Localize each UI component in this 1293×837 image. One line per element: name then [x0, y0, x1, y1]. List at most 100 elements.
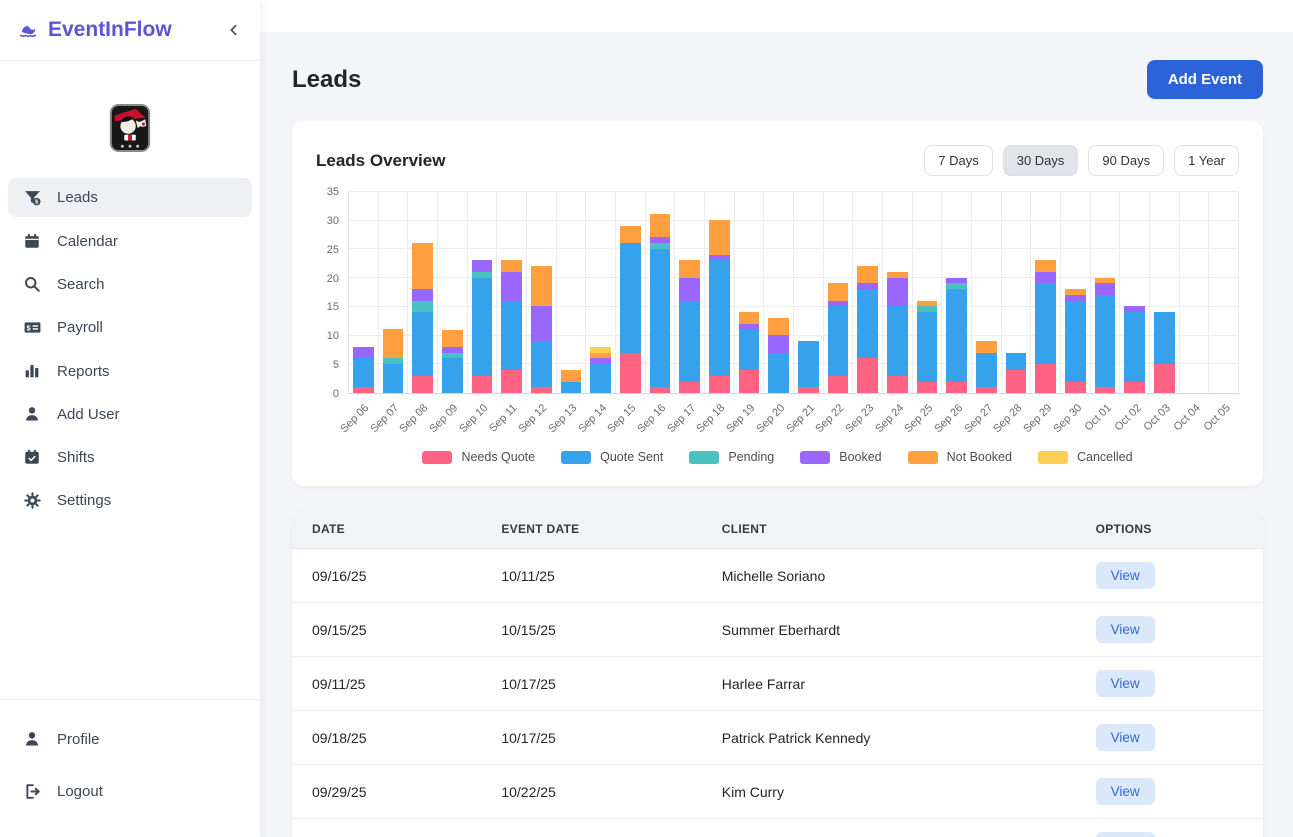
column-header-options: OPTIONS [1076, 510, 1263, 549]
bar-segment [1065, 382, 1086, 394]
cell-client: Michelle Soriano [702, 549, 1076, 603]
cell-date: 09/15/25 [292, 603, 481, 657]
bar-segment [1035, 283, 1056, 364]
bar-oct-01 [1091, 192, 1121, 393]
sidebar-item-settings[interactable]: Settings [8, 481, 252, 520]
bar-segment [857, 266, 878, 283]
bar-segment [857, 358, 878, 393]
bar-segment [739, 370, 760, 393]
bar-segment [679, 260, 700, 277]
legend-item-needs-quote[interactable]: Needs Quote [422, 450, 535, 464]
bar-segment [1095, 387, 1116, 393]
bar-segment [620, 226, 641, 243]
bar-segment [946, 289, 967, 381]
user-icon [22, 730, 42, 748]
bar-oct-02 [1120, 192, 1150, 393]
time-range-group: 7 Days 30 Days 90 Days 1 Year [924, 145, 1239, 176]
column-header-client: CLIENT [702, 510, 1076, 549]
sidebar-item-calendar[interactable]: Calendar [8, 222, 252, 260]
legend-item-booked[interactable]: Booked [800, 450, 881, 464]
bar-segment [620, 353, 641, 393]
view-button[interactable]: View [1096, 778, 1155, 805]
bar-segment [561, 382, 582, 394]
bar-segment [857, 289, 878, 358]
legend-item-pending[interactable]: Pending [689, 450, 774, 464]
y-axis-tick: 30 [327, 215, 339, 227]
bar-segment [353, 347, 374, 359]
range-button-1-year[interactable]: 1 Year [1174, 145, 1239, 176]
bar-segment [1124, 382, 1145, 394]
range-button-7-days[interactable]: 7 Days [924, 145, 992, 176]
bar-sep-12 [527, 192, 557, 393]
add-event-button[interactable]: Add Event [1147, 60, 1263, 99]
legend-swatch [800, 451, 830, 464]
bar-sep-11 [497, 192, 527, 393]
cell-date: 09/16/25 [292, 549, 481, 603]
bar-segment [531, 341, 552, 387]
range-button-90-days[interactable]: 90 Days [1088, 145, 1164, 176]
bar-segment [620, 243, 641, 353]
sidebar-item-label: Logout [57, 783, 103, 800]
cell-options: View [1076, 657, 1263, 711]
bar-segment [412, 243, 433, 289]
cell-client: Kim Curry [702, 765, 1076, 819]
sidebar-item-profile[interactable]: Profile [8, 720, 252, 758]
cell-date: 09/11/25 [292, 657, 481, 711]
bar-oct-03 [1150, 192, 1180, 393]
cell-date: 09/18/25 [292, 711, 481, 765]
legend-item-not-booked[interactable]: Not Booked [908, 450, 1012, 464]
sidebar-item-label: Leads [57, 189, 98, 206]
bar-sep-06 [349, 192, 379, 393]
bar-segment [383, 364, 404, 393]
bar-segment [917, 312, 938, 381]
sidebar-item-reports[interactable]: Reports [8, 352, 252, 390]
sidebar-item-logout[interactable]: Logout [8, 772, 252, 811]
funnel-dollar-icon: $ [22, 188, 42, 207]
cell-event-date: 10/17/25 [481, 711, 701, 765]
chart-title: Leads Overview [316, 151, 445, 171]
cell-options: View [1076, 603, 1263, 657]
bar-segment [1095, 283, 1116, 295]
legend-label: Not Booked [947, 450, 1012, 464]
legend-item-cancelled[interactable]: Cancelled [1038, 450, 1133, 464]
view-button[interactable]: View [1096, 832, 1155, 837]
y-axis-tick: 5 [333, 359, 339, 371]
bar-segment [501, 370, 522, 393]
bar-segment [946, 382, 967, 394]
view-button[interactable]: View [1096, 724, 1155, 751]
chart-header: Leads Overview 7 Days 30 Days 90 Days 1 Yea… [316, 145, 1239, 176]
sidebar-item-add-user[interactable]: Add User [8, 395, 252, 433]
bar-segment [353, 358, 374, 387]
sidebar-item-payroll[interactable]: $Payroll [8, 308, 252, 347]
bar-segment [650, 387, 671, 393]
bar-sep-07 [379, 192, 409, 393]
bar-segment [798, 341, 819, 387]
legend-item-quote-sent[interactable]: Quote Sent [561, 450, 663, 464]
bar-sep-09 [438, 192, 468, 393]
view-button[interactable]: View [1096, 616, 1155, 643]
chart-x-axis: Sep 06Sep 07Sep 08Sep 09Sep 10Sep 11Sep … [348, 394, 1239, 450]
sidebar-item-search[interactable]: Search [8, 265, 252, 303]
sidebar-item-leads[interactable]: $ Leads [8, 178, 252, 217]
bar-segment [828, 306, 849, 375]
cell-event-date [481, 819, 701, 837]
legend-label: Cancelled [1077, 450, 1133, 464]
view-button[interactable]: View [1096, 670, 1155, 697]
legend-label: Pending [728, 450, 774, 464]
sidebar-item-label: Calendar [57, 233, 118, 250]
legend-swatch [1038, 451, 1068, 464]
table-row: 09/16/2510/11/25Michelle SorianoView [292, 549, 1263, 603]
y-axis-tick: 20 [327, 273, 339, 285]
sidebar-item-label: Settings [57, 492, 111, 509]
bar-sep-23 [853, 192, 883, 393]
bar-sep-27 [972, 192, 1002, 393]
column-header-date: DATE [292, 510, 481, 549]
sidebar-item-label: Reports [57, 363, 110, 380]
sidebar: EventInFlow $LeadsCalendarSearch$Payroll… [0, 0, 260, 837]
view-button[interactable]: View [1096, 562, 1155, 589]
range-button-30-days[interactable]: 30 Days [1003, 145, 1079, 176]
bar-segment [561, 370, 582, 382]
sidebar-item-shifts[interactable]: Shifts [8, 438, 252, 476]
sidebar-collapse-button[interactable] [226, 22, 242, 38]
bar-segment [768, 318, 789, 335]
